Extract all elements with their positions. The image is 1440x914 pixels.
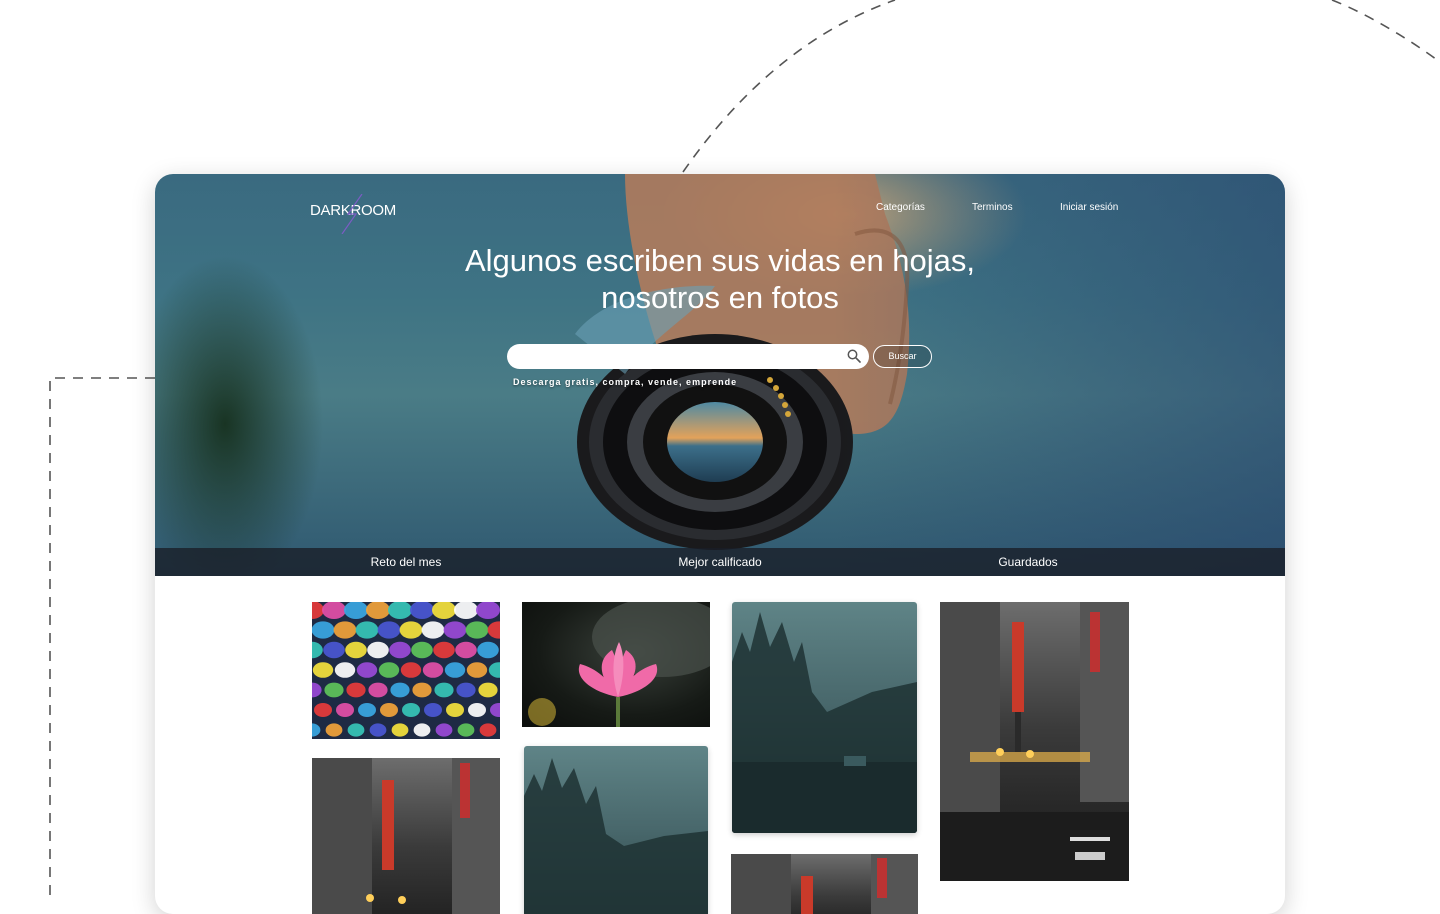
top-navigation: Categorías Terminos Iniciar sesión (155, 202, 1285, 220)
gallery-photo-city-street-3[interactable] (731, 854, 918, 914)
hero-tagline: Descarga gratis, compra, vende, emprende (513, 377, 738, 387)
gallery-photo-city-street[interactable] (940, 602, 1129, 881)
nav-link-categorias[interactable]: Categorías (876, 202, 925, 213)
gallery-photo-forest-lake[interactable] (732, 602, 917, 833)
tab-reto-del-mes[interactable]: Reto del mes (306, 548, 506, 576)
search-input[interactable] (519, 348, 843, 367)
tab-guardados[interactable]: Guardados (928, 548, 1128, 576)
category-tab-bar: Reto del mes Mejor calificado Guardados (155, 548, 1285, 576)
browser-window: DARKROOM Categorías Terminos Iniciar ses… (155, 174, 1285, 914)
gallery-photo-forest-lake-2[interactable] (524, 746, 708, 914)
nav-link-terminos[interactable]: Terminos (972, 202, 1013, 213)
gallery-photo-city-street-2[interactable] (312, 758, 500, 914)
search-icon[interactable] (847, 349, 861, 363)
search-button[interactable]: Buscar (873, 345, 932, 368)
headline-line-1: Algunos escriben sus vidas en hojas, (464, 243, 976, 278)
nav-link-login[interactable]: Iniciar sesión (1060, 202, 1118, 213)
headline-line-2: nosotros en fotos (601, 280, 839, 315)
hero-banner: DARKROOM Categorías Terminos Iniciar ses… (155, 174, 1285, 576)
hero-headline: Algunos escriben sus vidas en hojas, nos… (395, 242, 1045, 316)
search-box (507, 344, 869, 369)
hero-camera-lens-image (575, 174, 910, 550)
gallery-photo-umbrellas[interactable] (312, 602, 500, 739)
gallery-photo-lotus[interactable] (522, 602, 710, 727)
tab-mejor-calificado[interactable]: Mejor calificado (620, 548, 820, 576)
